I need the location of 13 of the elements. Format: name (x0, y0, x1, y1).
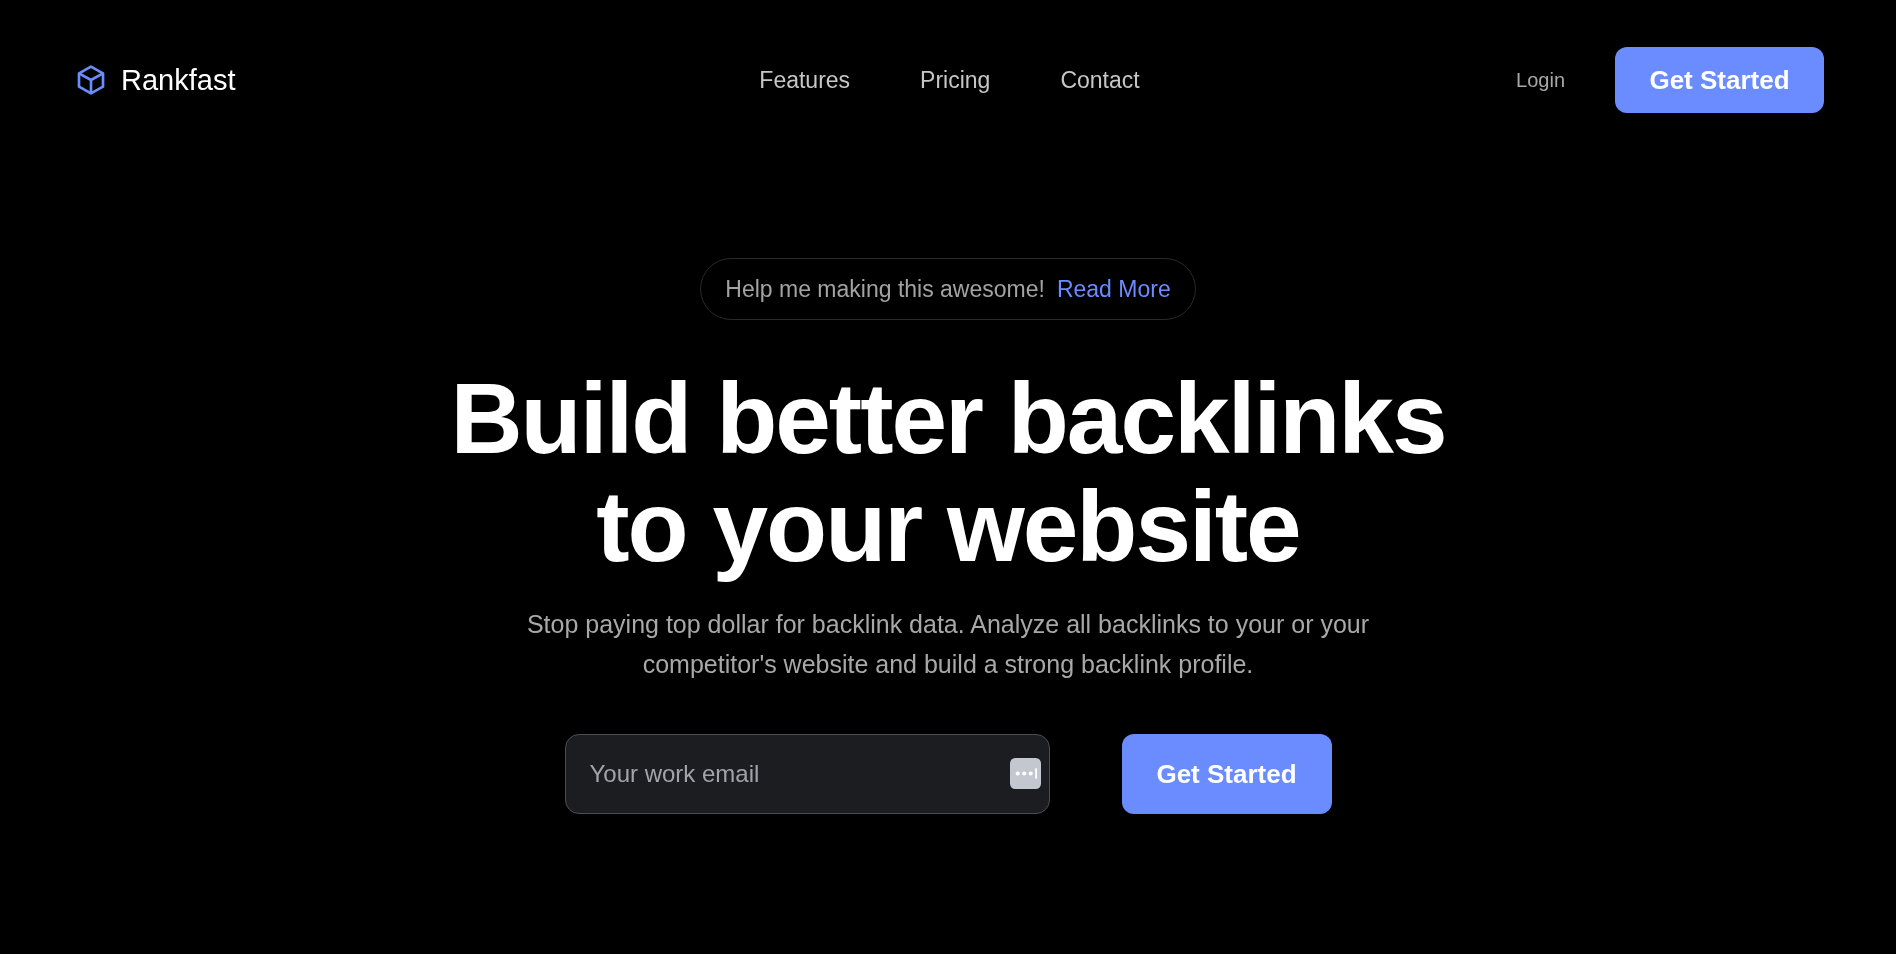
hero-subtitle: Stop paying top dollar for backlink data. Analyze all backlinks to your or your competitor's website and build a strong backlink profile. (525, 609, 1371, 680)
password-manager-icon[interactable] (1009, 758, 1041, 789)
hero-heading: Build better backlinks (450, 364, 1446, 472)
announcement-text: Help me making this awesome! (725, 275, 1045, 303)
cube-icon (75, 64, 107, 96)
email-field[interactable]: Your work email (564, 734, 1050, 814)
brand-name[interactable]: Rankfast (121, 63, 236, 97)
hero-heading: to your website (596, 472, 1300, 580)
read-more-link[interactable]: Read More (1056, 275, 1171, 303)
nav-link[interactable]: Contact (1060, 66, 1140, 94)
login-link[interactable]: Login (1516, 68, 1565, 92)
nav-link[interactable]: Features (759, 66, 851, 94)
nav-link[interactable]: Pricing (920, 66, 991, 94)
